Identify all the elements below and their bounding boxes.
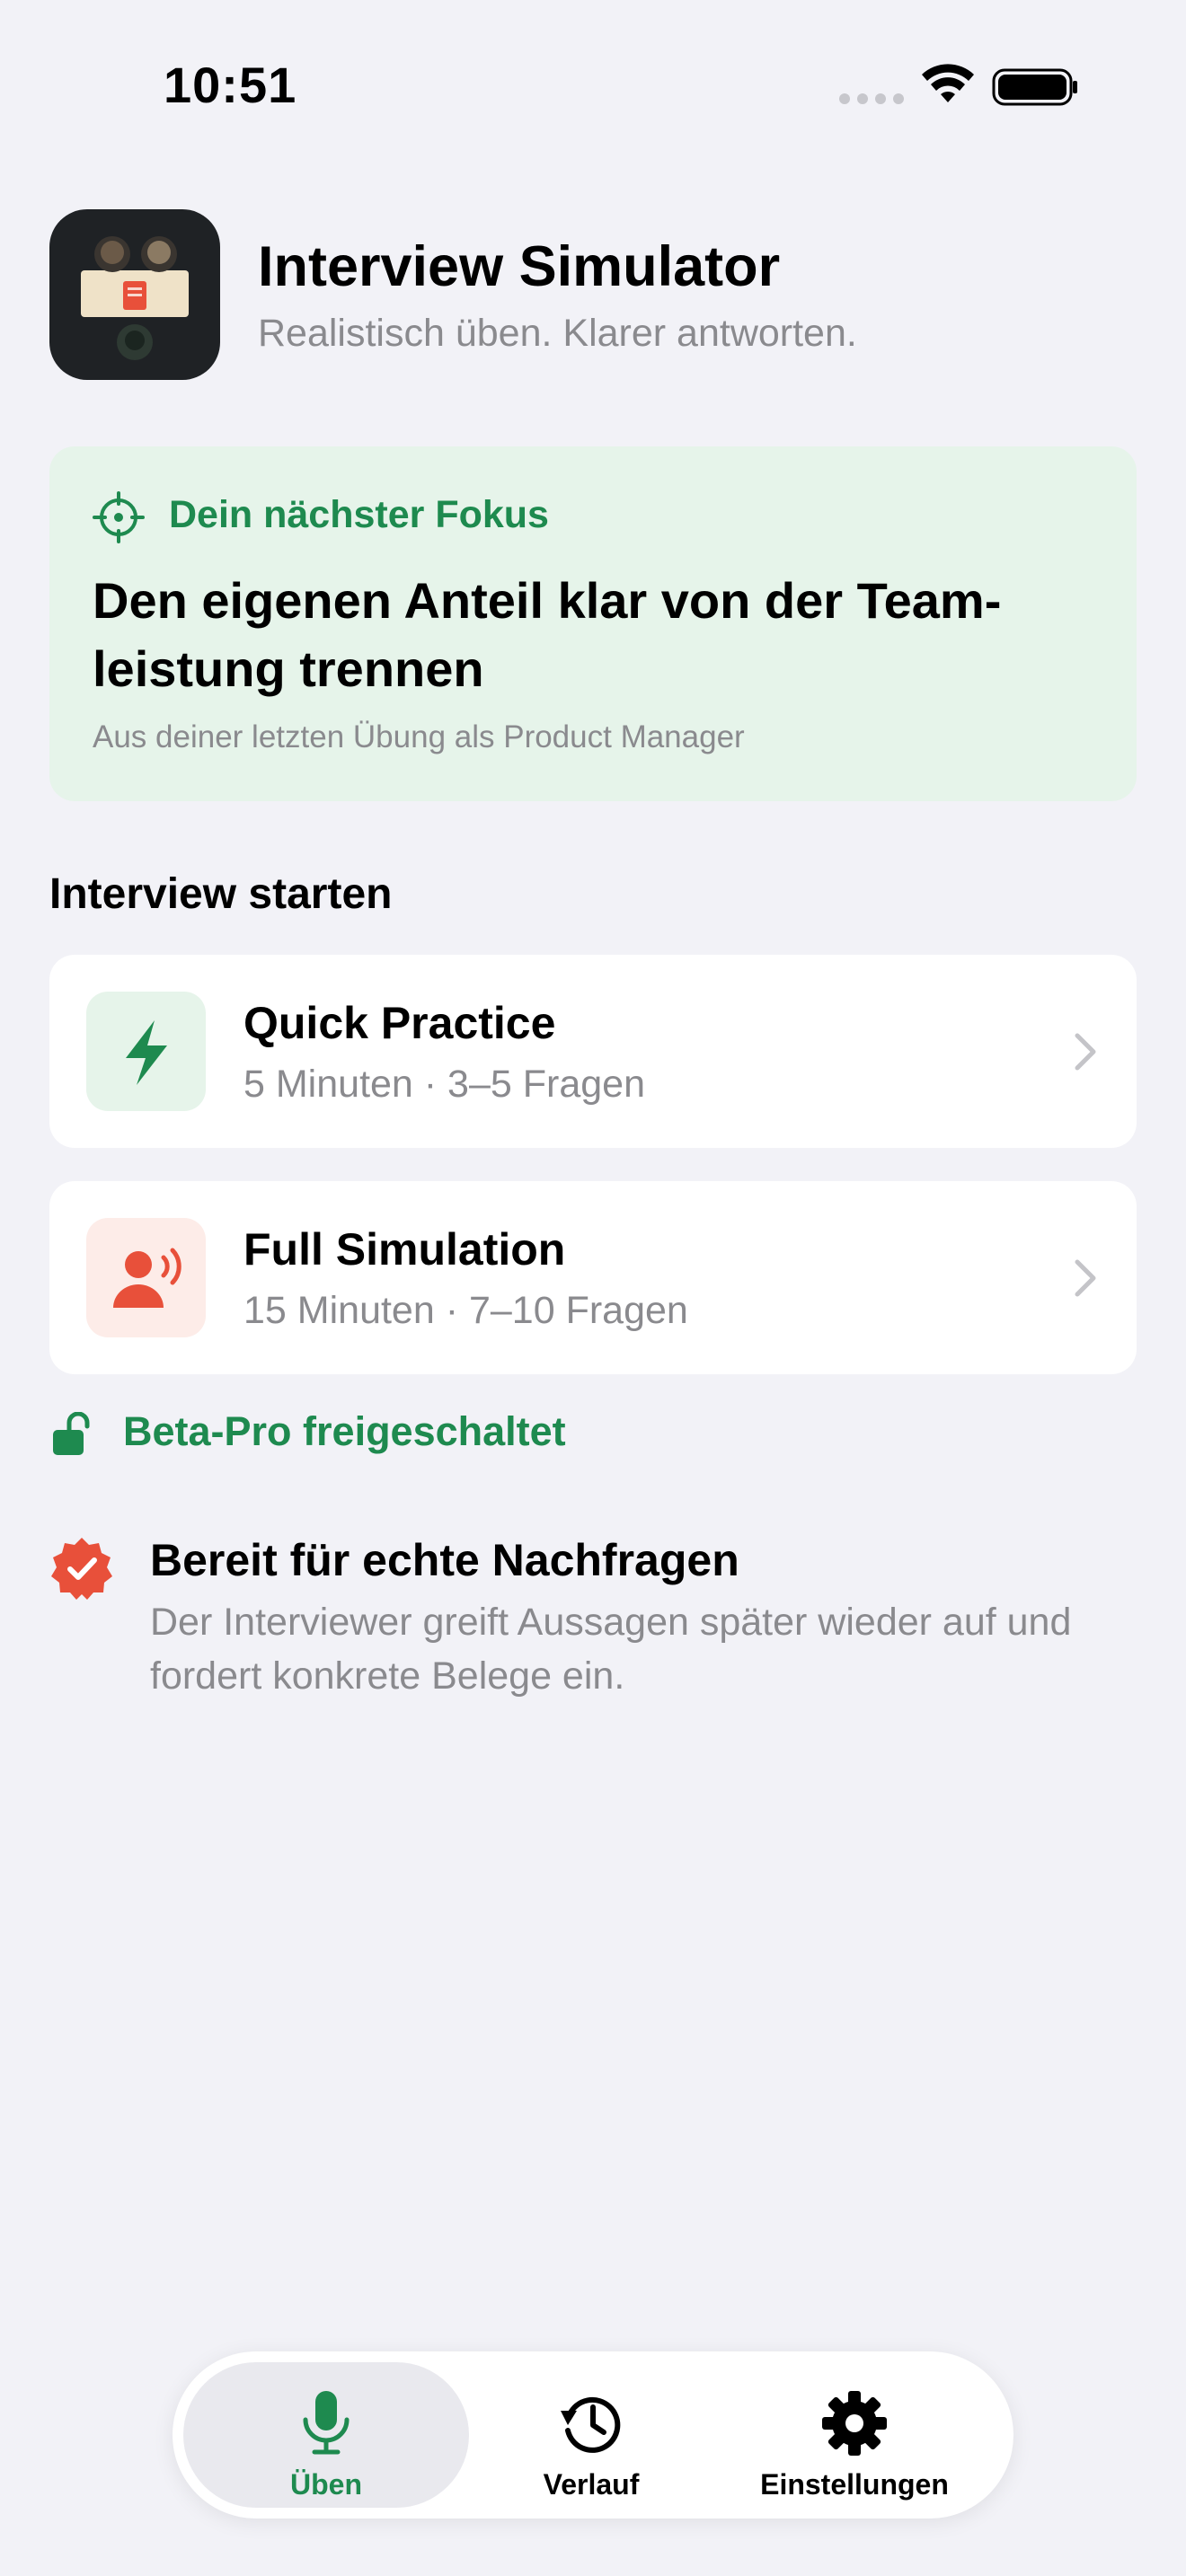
- battery-icon: [992, 68, 1077, 106]
- verified-badge-icon: [51, 1538, 112, 1600]
- tab-verlauf[interactable]: Verlauf: [448, 2362, 734, 2508]
- beta-pro-label: Beta-Pro freigeschaltet: [123, 1408, 566, 1454]
- chevron-right-icon: [1075, 1259, 1096, 1297]
- focus-label: Dein nächster Fokus: [169, 493, 549, 536]
- app-subtitle: Realistisch üben. Klarer antworten.: [258, 312, 857, 355]
- app-icon: [49, 209, 220, 380]
- status-time: 10:51: [164, 57, 297, 113]
- bolt-icon: [126, 1020, 167, 1085]
- full-simulation-title: Full Simulation: [243, 1224, 566, 1275]
- ready-info: Bereit für echte Nachfragen Der Intervie…: [49, 1527, 1137, 1707]
- quick-practice-icon-box: [86, 992, 206, 1111]
- signal-dots-icon: [839, 93, 904, 104]
- speaking-person-icon: [113, 1248, 181, 1308]
- tab-einstellungen-label: Einstellungen: [760, 2468, 949, 2501]
- ready-text: Der Interviewer greift Aussagen später w…: [150, 1601, 1072, 1698]
- status-icons: [836, 63, 1078, 108]
- tab-einstellungen[interactable]: Einstellungen: [712, 2362, 997, 2508]
- tab-verlauf-label: Verlauf: [543, 2468, 640, 2501]
- status-bar: 10:51: [0, 0, 1186, 171]
- history-icon: [561, 2396, 621, 2453]
- chevron-right-icon: [1075, 1033, 1096, 1071]
- focus-headline: Den eigenen Anteil klar von der Team-lei…: [93, 572, 1002, 697]
- full-simulation-card[interactable]: Full Simulation 15 Minuten · 7–10 Fragen: [49, 1181, 1137, 1374]
- full-simulation-icon-box: [86, 1218, 206, 1337]
- gear-icon: [822, 2391, 887, 2456]
- tab-bar: Üben Verlauf Einstellungen: [173, 2351, 1013, 2519]
- microphone-icon: [303, 2391, 350, 2455]
- beta-pro-status: Beta-Pro freigeschaltet: [49, 1401, 768, 1464]
- unlock-icon: [53, 1412, 90, 1455]
- quick-practice-card[interactable]: Quick Practice 5 Minuten · 3–5 Fragen: [49, 955, 1137, 1148]
- app-title: Interview Simulator: [258, 235, 781, 298]
- tab-uben-label: Üben: [290, 2468, 362, 2501]
- focus-card[interactable]: Dein nächster Fokus Den eigenen Anteil k…: [49, 446, 1137, 801]
- focus-note: Aus deiner letzten Übung als Product Man…: [93, 719, 745, 754]
- quick-practice-title: Quick Practice: [243, 998, 556, 1048]
- quick-practice-meta: 5 Minuten · 3–5 Fragen: [243, 1063, 645, 1106]
- full-simulation-meta: 15 Minuten · 7–10 Fragen: [243, 1289, 688, 1332]
- tab-uben[interactable]: Üben: [183, 2362, 469, 2508]
- app-header: Interview Simulator Realistisch üben. Kl…: [49, 209, 1137, 384]
- ready-title: Bereit für echte Nachfragen: [150, 1535, 739, 1585]
- section-title: Interview starten: [49, 870, 393, 918]
- wifi-icon: [922, 64, 974, 102]
- crosshair-icon: [93, 491, 145, 543]
